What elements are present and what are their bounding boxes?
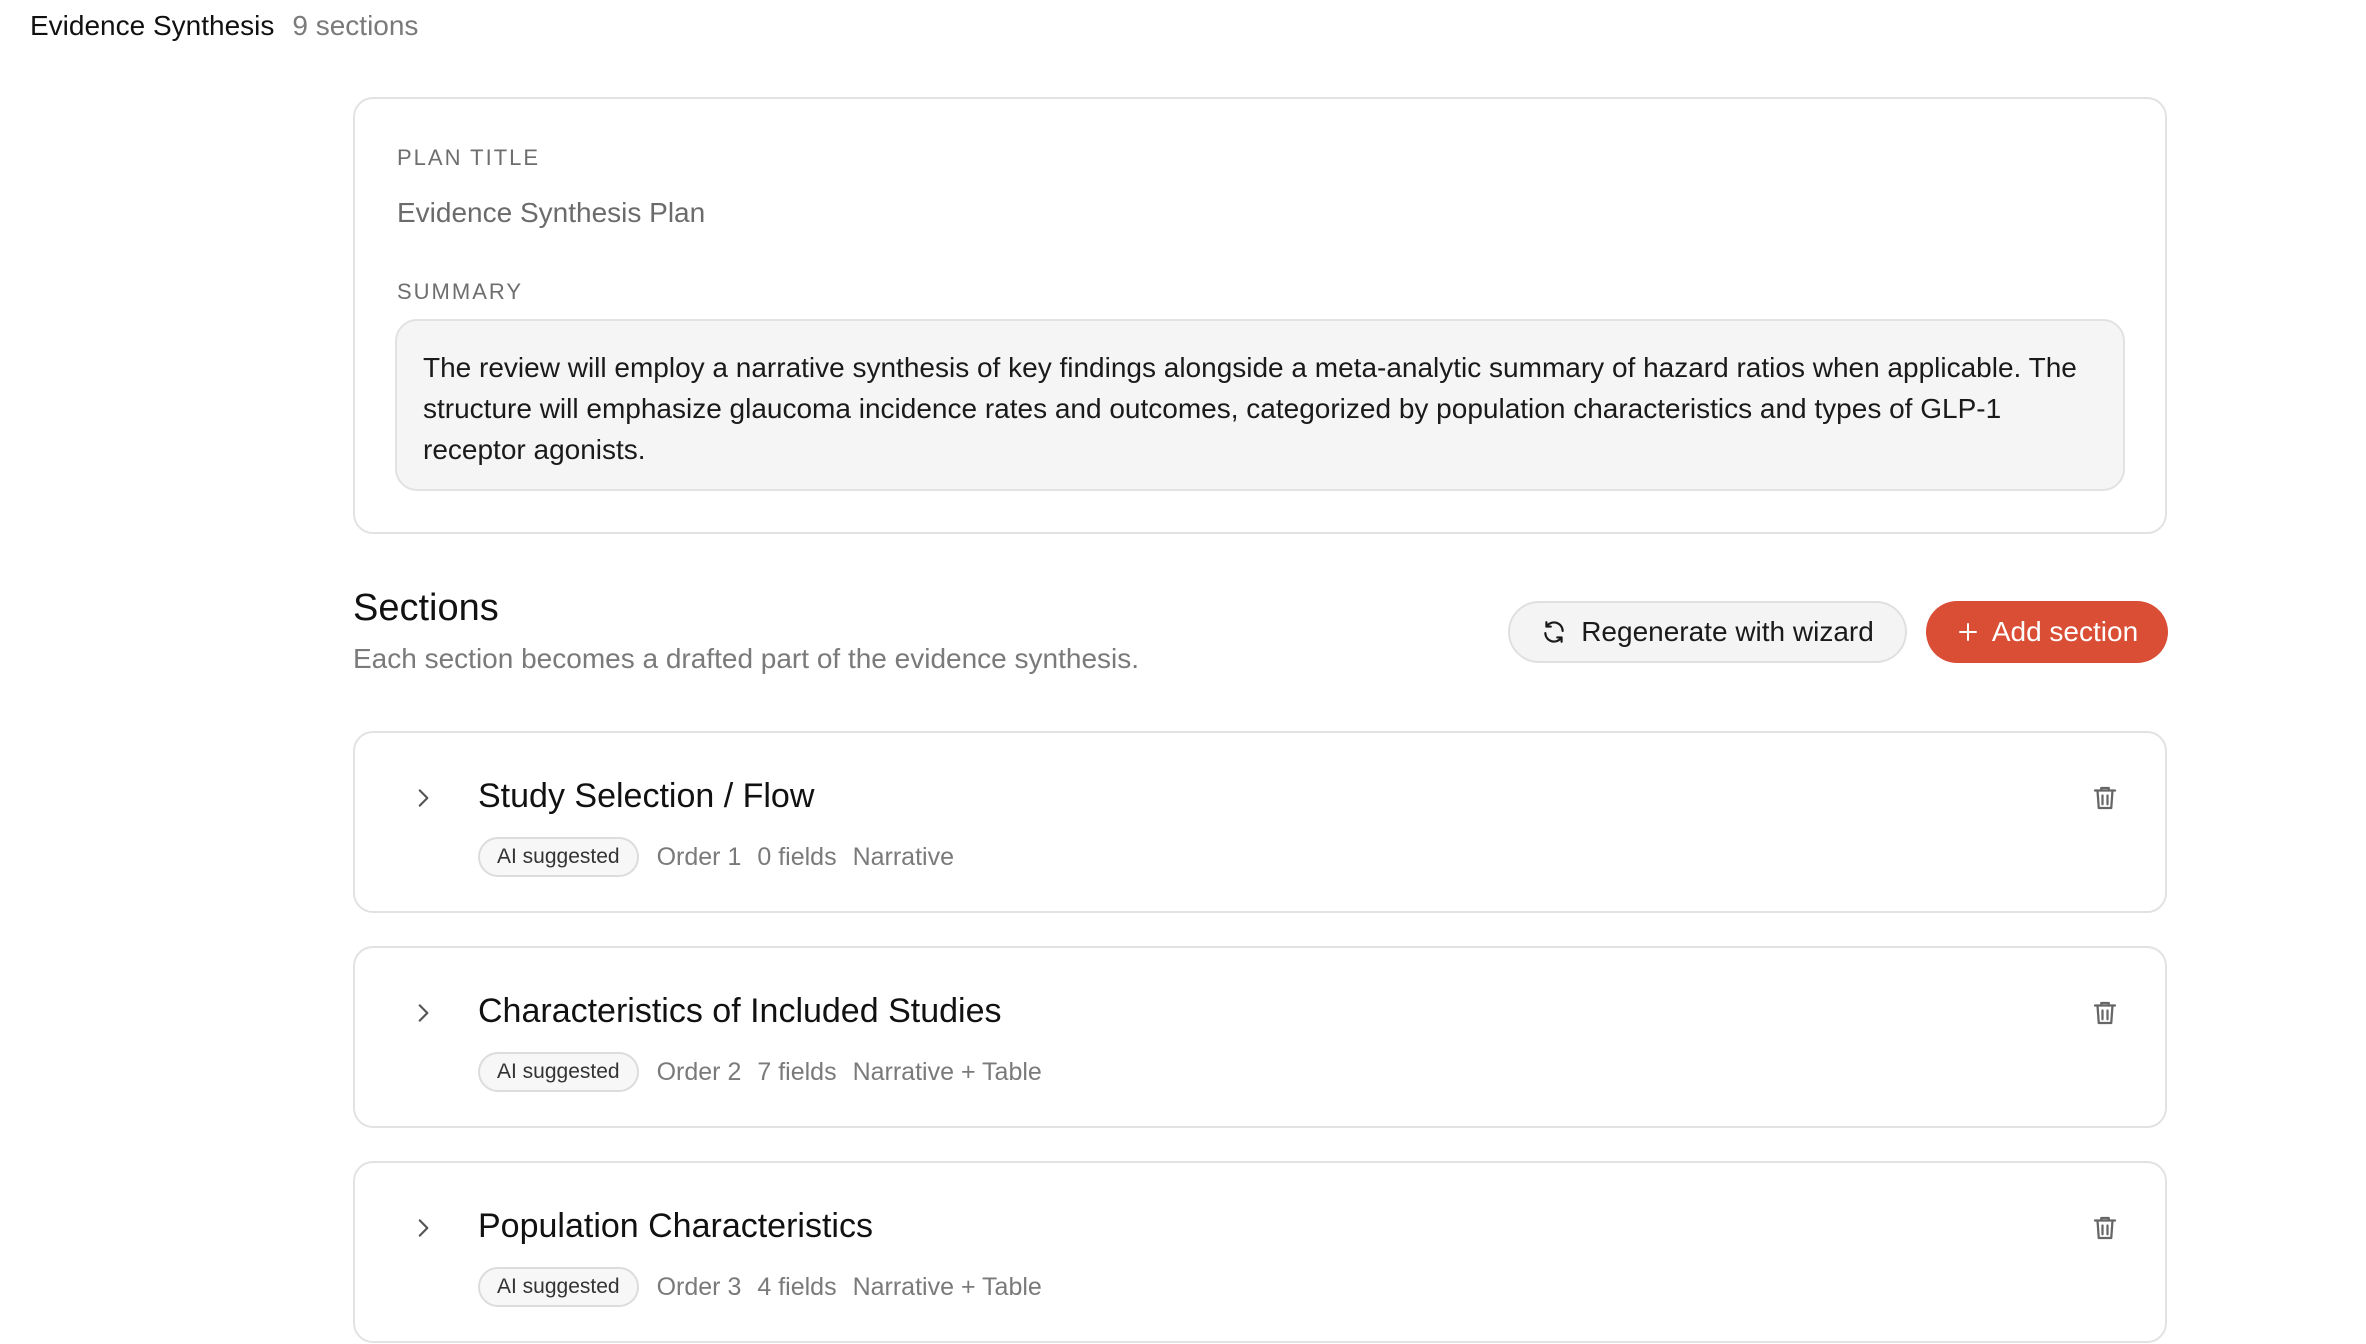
sections-heading: Sections bbox=[353, 587, 499, 629]
section-card[interactable]: Characteristics of Included Studies AI s… bbox=[353, 946, 2167, 1128]
section-card[interactable]: Population Characteristics AI suggested … bbox=[353, 1161, 2167, 1343]
section-order: Order 1 bbox=[656, 842, 742, 871]
add-section-label: Add section bbox=[1991, 616, 2139, 647]
section-type: Narrative + Table bbox=[852, 1272, 1042, 1301]
section-order: Order 2 bbox=[656, 1057, 742, 1086]
ai-suggested-badge: AI suggested bbox=[478, 837, 639, 877]
chevron-right-icon[interactable] bbox=[410, 785, 436, 811]
chevron-right-icon[interactable] bbox=[410, 1000, 436, 1026]
sections-subheading: Each section becomes a drafted part of t… bbox=[353, 643, 1140, 674]
section-title: Study Selection / Flow bbox=[478, 777, 815, 815]
section-title: Characteristics of Included Studies bbox=[478, 992, 1002, 1030]
add-section-button[interactable]: Add section bbox=[1926, 601, 2168, 663]
section-meta: AI suggested Order 2 7 fields Narrative … bbox=[478, 1052, 1042, 1092]
plan-card: PLAN TITLE Evidence Synthesis Plan SUMMA… bbox=[353, 97, 2167, 534]
section-type: Narrative + Table bbox=[852, 1057, 1042, 1086]
ai-suggested-badge: AI suggested bbox=[478, 1267, 639, 1307]
chevron-right-icon[interactable] bbox=[410, 1215, 436, 1241]
section-field-count: 0 fields bbox=[757, 842, 837, 871]
section-type: Narrative bbox=[852, 842, 954, 871]
plan-title-field[interactable]: Evidence Synthesis Plan bbox=[397, 197, 705, 229]
section-card[interactable]: Study Selection / Flow AI suggested Orde… bbox=[353, 731, 2167, 913]
section-title: Population Characteristics bbox=[478, 1207, 873, 1245]
section-meta: AI suggested Order 3 4 fields Narrative … bbox=[478, 1267, 1042, 1307]
section-count: 9 sections bbox=[292, 10, 419, 41]
ai-suggested-badge: AI suggested bbox=[478, 1052, 639, 1092]
regenerate-with-wizard-button[interactable]: Regenerate with wizard bbox=[1508, 601, 1907, 663]
section-order: Order 3 bbox=[656, 1272, 742, 1301]
plan-title-label: PLAN TITLE bbox=[397, 145, 541, 170]
section-meta: AI suggested Order 1 0 fields Narrative bbox=[478, 837, 954, 877]
section-field-count: 7 fields bbox=[757, 1057, 837, 1086]
summary-textarea[interactable]: The review will employ a narrative synth… bbox=[395, 319, 2125, 491]
regenerate-button-label: Regenerate with wizard bbox=[1581, 616, 1874, 647]
section-field-count: 4 fields bbox=[757, 1272, 837, 1301]
plus-icon bbox=[1958, 623, 1977, 641]
trash-icon[interactable] bbox=[2090, 998, 2120, 1028]
trash-icon[interactable] bbox=[2090, 783, 2120, 813]
refresh-icon bbox=[1544, 621, 1564, 643]
trash-icon[interactable] bbox=[2090, 1213, 2120, 1243]
top-bar: Evidence Synthesis 9 sections bbox=[30, 6, 418, 46]
summary-label: SUMMARY bbox=[397, 279, 524, 304]
main-content: PLAN TITLE Evidence Synthesis Plan SUMMA… bbox=[353, 97, 2168, 1343]
page-title: Evidence Synthesis bbox=[30, 10, 275, 41]
